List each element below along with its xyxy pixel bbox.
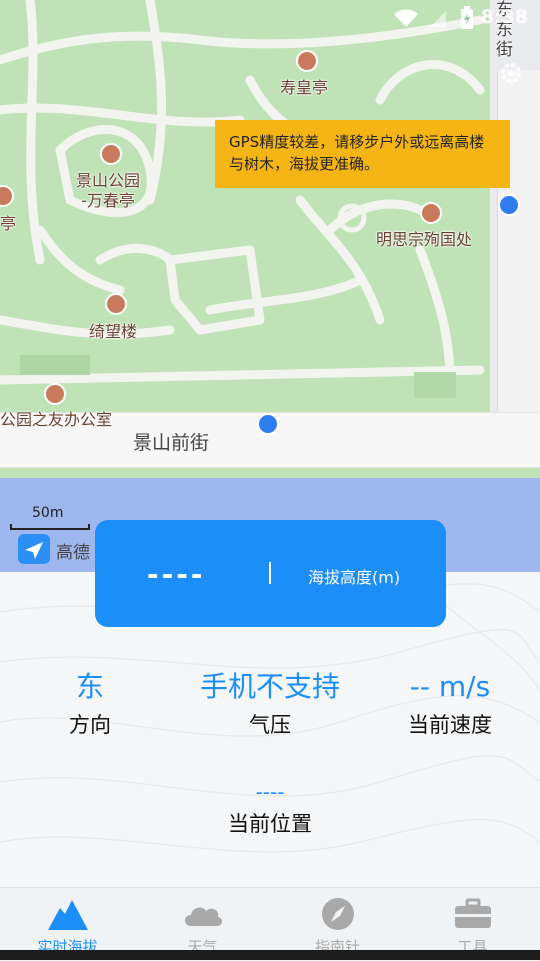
map-brand: 高德 [56, 543, 90, 563]
pressure-label: 气压 [249, 713, 291, 737]
altitude-card: ---- 海拔高度(m) [95, 520, 446, 627]
road-label: 景山前街 [133, 432, 210, 454]
speed-value: -- m/s [409, 670, 491, 703]
poi-label: 景山公园 -万春亭 [76, 171, 141, 210]
poi-label: 亭 [0, 214, 17, 233]
signal-icon [430, 11, 446, 27]
scale-label: 50m [32, 505, 64, 521]
wifi-icon [394, 9, 418, 27]
battery-icon [461, 6, 473, 29]
scale-bar [10, 524, 90, 530]
amap-logo [18, 534, 50, 564]
compass-icon [321, 898, 354, 930]
bus-stop-icon[interactable] [498, 194, 520, 216]
system-taskbar [0, 950, 540, 960]
direction-stat: 东 方向 [40, 667, 140, 739]
status-time: 8:38 [480, 6, 528, 28]
map-view[interactable]: 景山前街 寿皇亭 景山公园 -万春亭 亭 明思宗殉国处 绮望楼 公园之友办公室 … [0, 0, 540, 572]
status-bar: 8:38 [0, 0, 540, 36]
poi-label: 绮望楼 [89, 322, 138, 341]
poi-label: 寿皇亭 [280, 78, 329, 97]
speed-stat: -- m/s 当前速度 [380, 667, 520, 739]
poi-pin[interactable] [44, 383, 66, 405]
gear-icon[interactable] [498, 60, 524, 86]
direction-value: 东 [75, 670, 104, 703]
poi-pin[interactable] [100, 143, 122, 165]
poi-pin[interactable] [0, 185, 14, 207]
pressure-stat: 手机不支持 气压 [170, 667, 370, 739]
gps-accuracy-toast: GPS精度较差，请移步户外或远离高楼与树木，海拔更准确。 [215, 120, 510, 188]
speed-label: 当前速度 [408, 713, 492, 737]
altitude-label: 海拔高度(m) [308, 568, 401, 587]
mountain-icon [47, 900, 88, 930]
toolbox-icon [454, 898, 491, 928]
position-value: ---- [255, 780, 285, 804]
poi-pin[interactable] [296, 50, 318, 72]
poi-pin[interactable] [420, 202, 442, 224]
bus-stop-icon[interactable] [257, 413, 279, 435]
poi-label: 公园之友办公室 [0, 410, 113, 429]
altitude-divider [269, 562, 271, 584]
cloud-icon [184, 907, 222, 926]
pressure-value: 手机不支持 [199, 670, 340, 703]
poi-pin[interactable] [105, 293, 127, 315]
direction-label: 方向 [69, 713, 111, 737]
poi-label: 明思宗殉国处 [376, 230, 473, 249]
altitude-value: ---- [147, 558, 206, 591]
position-label: 当前位置 [228, 812, 312, 836]
